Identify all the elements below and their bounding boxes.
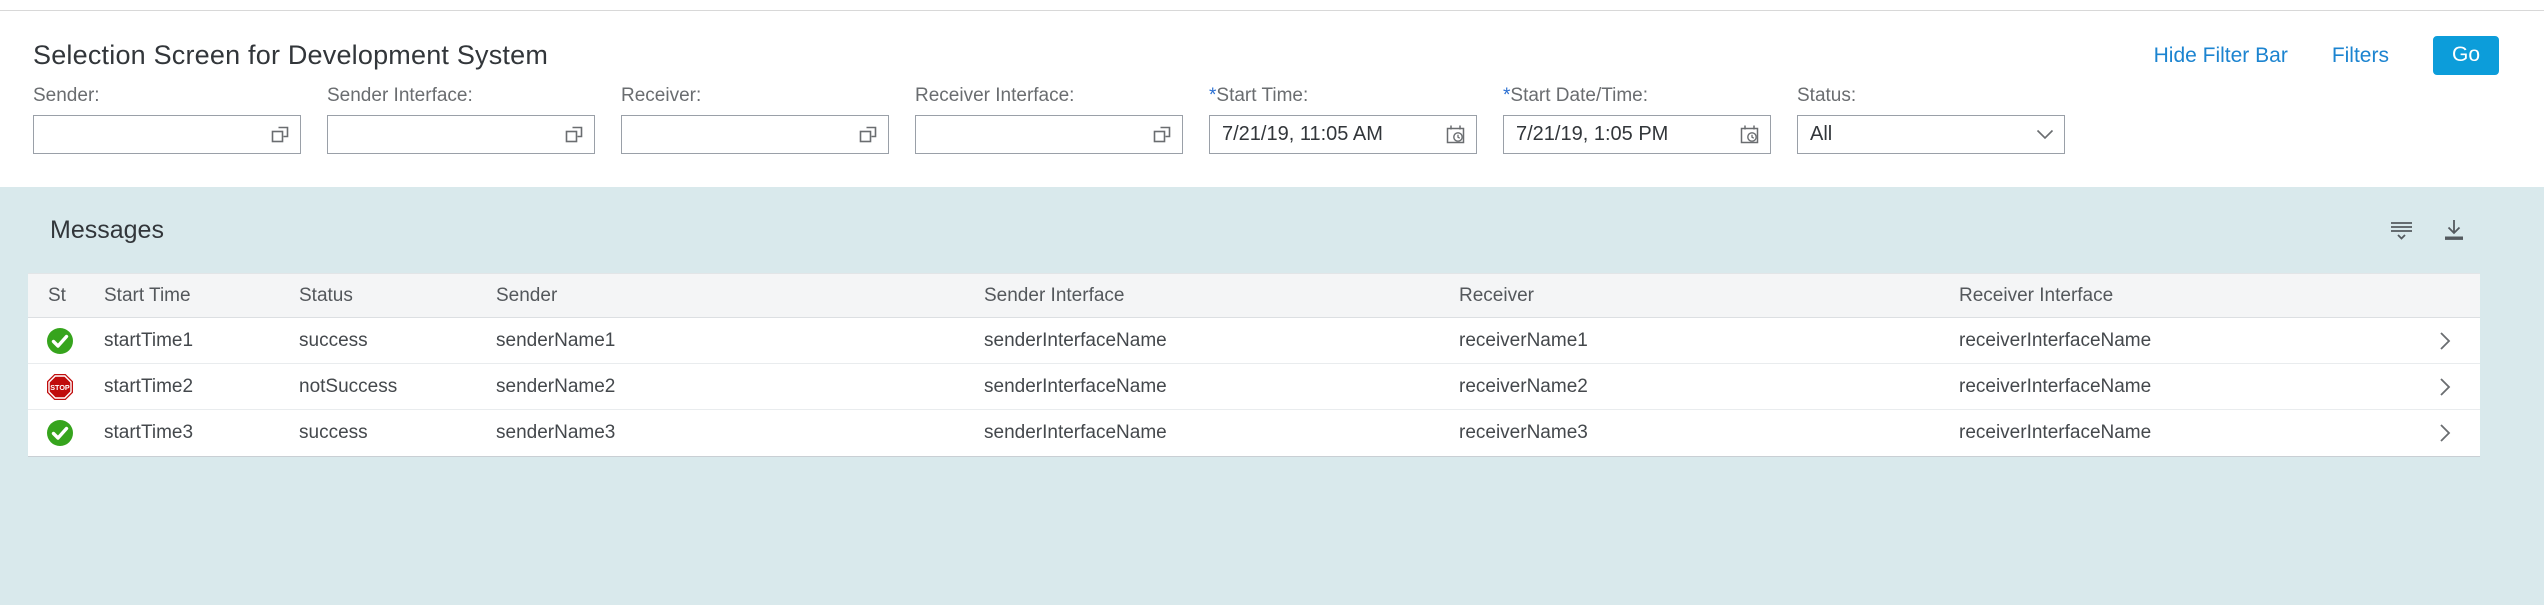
filter-icon[interactable] [2389, 218, 2414, 242]
field-label: Sender: [33, 85, 100, 106]
table-row[interactable]: startTime3 success senderName3 senderInt… [28, 410, 2480, 456]
column-header-sender: Sender [496, 284, 558, 306]
cell-receiver: receiverName3 [1459, 422, 1588, 443]
value-help-icon[interactable] [859, 125, 878, 144]
success-icon [46, 327, 74, 355]
sender-input[interactable] [46, 123, 263, 146]
cell-status: success [299, 329, 368, 351]
row-navigation-chevron-icon[interactable] [2410, 423, 2480, 443]
cell-receiver: receiverName2 [1459, 375, 1588, 397]
table-row[interactable]: startTime1 success senderName1 senderInt… [28, 318, 2480, 364]
receiver-input[interactable] [634, 123, 851, 146]
value-help-icon[interactable] [271, 125, 290, 144]
top-divider [0, 0, 2544, 11]
cell-status: notSuccess [299, 375, 398, 397]
messages-section: Messages St Start Time Status Sender Sen… [0, 187, 2544, 605]
column-header-sender-interface: Sender Interface [984, 284, 1125, 306]
field-label: Status: [1797, 85, 1857, 106]
filters-link[interactable]: Filters [2332, 44, 2389, 68]
field-label: Start Time: [1216, 85, 1309, 106]
cell-sender: senderName1 [496, 329, 616, 351]
filter-field-receiver-interface: Receiver Interface: [915, 85, 1183, 154]
field-label: Sender Interface: [327, 85, 473, 106]
cell-start-time: startTime1 [104, 329, 194, 351]
success-icon [46, 419, 74, 447]
value-help-icon[interactable] [565, 125, 584, 144]
row-navigation-chevron-icon[interactable] [2410, 331, 2480, 351]
start-time-input[interactable] [1222, 123, 1437, 146]
row-navigation-chevron-icon[interactable] [2410, 377, 2480, 397]
field-label: Start Date/Time: [1510, 85, 1649, 106]
messages-table: St Start Time Status Sender Sender Inter… [28, 273, 2480, 457]
receiver-interface-input[interactable] [928, 123, 1145, 146]
hide-filter-bar-link[interactable]: Hide Filter Bar [2154, 44, 2288, 68]
datetime-picker-icon[interactable] [1445, 124, 1466, 145]
filter-field-start-date-time: *Start Date/Time: [1503, 85, 1771, 154]
column-header-st: St [48, 284, 66, 306]
cell-sender-interface: senderInterfaceName [984, 375, 1167, 397]
filter-field-start-time: *Start Time: [1209, 85, 1477, 154]
page-title: Selection Screen for Development System [33, 40, 549, 70]
chevron-down-icon [2036, 129, 2054, 140]
field-label: Receiver: [621, 85, 702, 106]
download-icon[interactable] [2442, 218, 2466, 242]
cell-status: success [299, 422, 368, 443]
column-header-start-time: Start Time [104, 284, 191, 306]
datetime-picker-icon[interactable] [1739, 124, 1760, 145]
svg-text:STOP: STOP [50, 383, 70, 392]
cell-sender: senderName2 [496, 375, 616, 397]
filter-field-receiver: Receiver: [621, 85, 889, 154]
filter-field-sender-interface: Sender Interface: [327, 85, 595, 154]
cell-receiver-interface: receiverInterfaceName [1959, 375, 2152, 397]
cell-start-time: startTime2 [104, 375, 194, 397]
cell-sender: senderName3 [496, 422, 616, 443]
messages-toolbar: Messages [28, 187, 2480, 273]
table-row[interactable]: STOP startTime2 notSuccess senderName2 s… [28, 364, 2480, 410]
filter-field-status: Status: All [1797, 85, 2065, 154]
table-header-row: St Start Time Status Sender Sender Inter… [28, 273, 2480, 318]
error-stop-icon: STOP [46, 373, 74, 401]
filter-field-sender: Sender: [33, 85, 301, 154]
cell-receiver-interface: receiverInterfaceName [1959, 329, 2152, 351]
column-header-receiver: Receiver [1459, 284, 1534, 306]
field-label: Receiver Interface: [915, 85, 1075, 106]
messages-title: Messages [50, 215, 164, 244]
cell-receiver-interface: receiverInterfaceName [1959, 422, 2152, 443]
cell-sender-interface: senderInterfaceName [984, 329, 1167, 351]
column-header-receiver-interface: Receiver Interface [1959, 284, 2114, 306]
status-select[interactable]: All [1797, 115, 2065, 154]
status-select-value: All [1810, 123, 1833, 145]
cell-start-time: startTime3 [104, 422, 194, 443]
start-date-time-input[interactable] [1516, 123, 1731, 146]
value-help-icon[interactable] [1153, 125, 1172, 144]
cell-receiver: receiverName1 [1459, 329, 1588, 351]
cell-sender-interface: senderInterfaceName [984, 422, 1167, 443]
column-header-status: Status [299, 284, 353, 306]
sender-interface-input[interactable] [340, 123, 557, 146]
go-button[interactable]: Go [2432, 35, 2499, 76]
filter-bar: Selection Screen for Development System … [0, 11, 2544, 187]
